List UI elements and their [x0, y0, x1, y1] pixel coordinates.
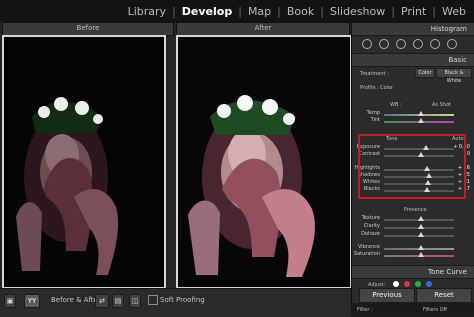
spot-removal-icon[interactable] — [379, 39, 389, 49]
radial-filter-icon[interactable] — [430, 39, 440, 49]
before-photo — [4, 37, 164, 287]
profile-value[interactable]: Color — [380, 85, 393, 91]
histogram-title: Histogram — [430, 25, 467, 33]
redeye-icon[interactable] — [396, 39, 406, 49]
basic-header[interactable]: Basic — [352, 53, 474, 67]
wb-label: WB : — [390, 102, 402, 108]
wb-value[interactable]: As Shot — [432, 102, 451, 108]
module-picker: Library | Develop | Map | Book | Slidesh… — [128, 2, 466, 20]
before-image[interactable] — [2, 35, 166, 289]
module-separator: | — [172, 4, 176, 18]
module-develop[interactable]: Develop — [182, 5, 232, 18]
image-workarea: Before After — [0, 22, 352, 289]
white-swatch[interactable] — [393, 281, 399, 287]
filter-bar: Filter : Filters Off — [351, 303, 474, 316]
copy-settings-button[interactable]: ▤ — [112, 294, 124, 308]
compare-button[interactable]: ◫ — [129, 294, 141, 308]
soft-proofing-checkbox[interactable] — [148, 295, 158, 305]
after-photo — [178, 37, 350, 287]
graduated-filter-icon[interactable] — [413, 39, 423, 49]
dehaze-label: Dehaze — [361, 231, 380, 237]
adjustment-brush-icon[interactable] — [447, 39, 457, 49]
filters-off-button[interactable]: Filters Off — [423, 307, 447, 313]
histogram-header[interactable]: Histogram — [352, 22, 474, 36]
module-separator: | — [320, 4, 324, 18]
basic-title: Basic — [448, 56, 467, 64]
red-swatch[interactable] — [404, 281, 410, 287]
treatment-color-button[interactable]: Color — [415, 68, 435, 78]
module-separator: | — [391, 4, 395, 18]
crop-icon[interactable] — [362, 39, 372, 49]
yy-view-button[interactable]: YY — [24, 294, 40, 308]
highlight-box — [358, 134, 466, 199]
before-after-label: Before & After — [51, 296, 101, 304]
tone-curve-header[interactable]: Tone Curve — [352, 265, 474, 279]
vibrance-thumb[interactable] — [418, 245, 424, 250]
module-library[interactable]: Library — [128, 5, 166, 18]
before-view-header: Before — [2, 22, 174, 36]
tint-thumb[interactable] — [418, 118, 424, 123]
swap-button[interactable]: ⇄ — [95, 294, 109, 308]
dehaze-thumb[interactable] — [418, 232, 424, 237]
loupe-view-button[interactable]: ▣ — [4, 294, 16, 308]
soft-proofing-label: Soft Proofing — [160, 296, 205, 304]
module-separator: | — [277, 4, 281, 18]
reset-button[interactable]: Reset — [416, 288, 472, 303]
after-view-header: After — [176, 22, 350, 36]
tone-curve-title: Tone Curve — [428, 268, 467, 276]
saturation-label: Saturation — [353, 251, 380, 257]
texture-thumb[interactable] — [418, 216, 424, 221]
module-print[interactable]: Print — [401, 5, 426, 18]
temp-label: Temp — [366, 110, 380, 116]
top-navigation-bar: Library | Develop | Map | Book | Slidesh… — [0, 0, 474, 23]
module-separator: | — [432, 4, 437, 18]
after-label: After — [254, 24, 272, 32]
module-separator: | — [238, 4, 242, 18]
treatment-bw-button[interactable]: Black & White — [436, 68, 472, 84]
treatment-label: Treatment : — [360, 71, 389, 77]
green-swatch[interactable] — [415, 281, 421, 287]
filter-label: Filter : — [357, 307, 373, 313]
before-label: Before — [76, 24, 100, 32]
after-image[interactable] — [176, 35, 352, 289]
vibrance-label: Vibrance — [358, 244, 380, 250]
tint-label: Tint — [370, 117, 380, 123]
blue-swatch[interactable] — [426, 281, 432, 287]
previous-button[interactable]: Previous — [359, 288, 415, 303]
saturation-thumb[interactable] — [418, 252, 424, 257]
bottom-toolbar: ▣ YY Before & After ⇄ ▤ ◫ Soft Proofing — [0, 288, 351, 317]
develop-tools — [358, 37, 468, 51]
clarity-thumb[interactable] — [418, 224, 424, 229]
module-slideshow[interactable]: Slideshow — [330, 5, 385, 18]
profile-label: Profile : — [360, 85, 379, 91]
presence-label: Presence — [404, 207, 427, 213]
module-web[interactable]: Web — [442, 5, 466, 18]
clarity-label: Clarity — [363, 223, 380, 229]
texture-label: Texture — [361, 215, 380, 221]
module-book[interactable]: Book — [287, 5, 314, 18]
module-map[interactable]: Map — [248, 5, 271, 18]
temp-thumb[interactable] — [418, 111, 424, 116]
